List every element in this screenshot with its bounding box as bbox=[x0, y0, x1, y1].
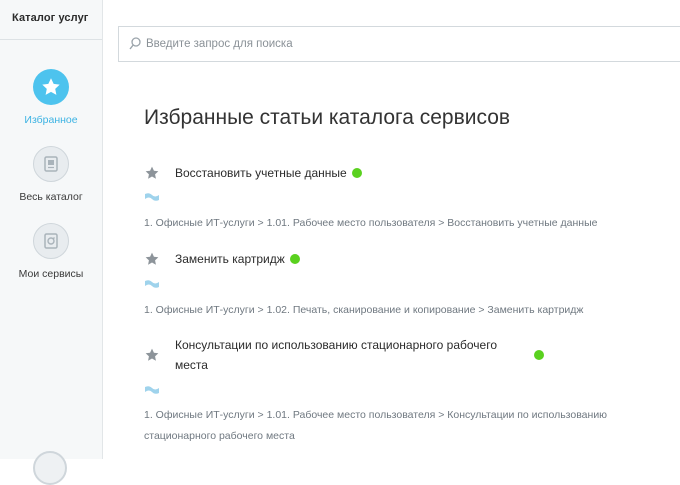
tag-icon bbox=[145, 383, 159, 401]
sidebar-item-label: Весь каталог bbox=[19, 191, 83, 203]
sidebar-item-label: Избранное bbox=[24, 114, 78, 126]
sidebar-item-label: Мои сервисы bbox=[18, 268, 84, 280]
page-title: Избранные статьи каталога сервисов bbox=[144, 106, 511, 129]
sidebar-item-favorites[interactable]: Избранное bbox=[0, 69, 102, 126]
search-input[interactable] bbox=[146, 27, 666, 61]
article-link[interactable]: Консультации по использованию стационарн… bbox=[175, 335, 515, 375]
search-icon bbox=[129, 37, 141, 55]
my-services-icon bbox=[33, 223, 69, 259]
article-link[interactable]: Восстановить учетные данные bbox=[175, 163, 347, 183]
star-icon bbox=[33, 69, 69, 105]
sidebar: Каталог услуг Избранное Весь каталог Мои… bbox=[0, 0, 103, 485]
status-dot bbox=[290, 254, 300, 264]
status-dot bbox=[534, 350, 544, 360]
sidebar-item-catalog[interactable]: Весь каталог bbox=[0, 146, 102, 203]
favorite-star-icon[interactable] bbox=[144, 165, 160, 186]
status-dot bbox=[352, 168, 362, 178]
sidebar-bottom-icon[interactable] bbox=[33, 451, 67, 485]
breadcrumb: 1. Офисные ИТ-услуги > 1.02. Печать, ска… bbox=[144, 304, 584, 316]
article-link[interactable]: Заменить картридж bbox=[175, 249, 285, 269]
favorite-star-icon[interactable] bbox=[144, 251, 160, 272]
tag-icon bbox=[145, 277, 159, 295]
search-bar bbox=[118, 26, 680, 62]
tag-icon bbox=[145, 190, 159, 208]
favorite-star-icon[interactable] bbox=[144, 347, 160, 368]
sidebar-item-my-services[interactable]: Мои сервисы bbox=[0, 223, 102, 280]
catalog-icon bbox=[33, 146, 69, 182]
breadcrumb: 1. Офисные ИТ-услуги > 1.01. Рабочее мес… bbox=[144, 217, 598, 229]
breadcrumb: 1. Офисные ИТ-услуги > 1.01. Рабочее мес… bbox=[144, 409, 608, 442]
sidebar-title: Каталог услуг bbox=[0, 0, 102, 40]
